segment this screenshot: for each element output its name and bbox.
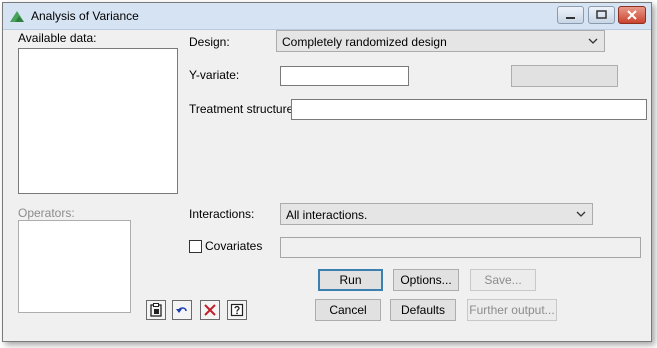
- chevron-down-icon: [576, 211, 586, 217]
- close-icon: [627, 10, 637, 20]
- undo-icon: [176, 307, 187, 313]
- treatment-structure-field[interactable]: [291, 99, 647, 120]
- design-value: Completely randomized design: [282, 35, 447, 49]
- clear-icon: [204, 304, 216, 316]
- minimize-icon: [566, 17, 575, 19]
- covariates-checkbox[interactable]: [189, 240, 202, 253]
- interactions-label: Interactions:: [189, 207, 255, 221]
- operators-list: [18, 220, 131, 313]
- contrasts-button[interactable]: [511, 65, 618, 87]
- design-label: Design:: [189, 35, 230, 49]
- design-dropdown[interactable]: Completely randomized design: [276, 30, 605, 52]
- covariates-label[interactable]: Covariates: [205, 239, 262, 253]
- defaults-button[interactable]: Defaults: [390, 299, 456, 321]
- minimize-button[interactable]: [557, 6, 584, 24]
- covariates-field: [280, 237, 641, 258]
- available-data-list[interactable]: [18, 48, 178, 194]
- clear-button[interactable]: [200, 300, 220, 320]
- options-button[interactable]: Options...: [393, 269, 459, 291]
- close-button[interactable]: [618, 6, 646, 24]
- interactions-dropdown[interactable]: All interactions.: [280, 203, 593, 225]
- interactions-value: All interactions.: [286, 208, 368, 222]
- cancel-button[interactable]: Cancel: [315, 299, 381, 321]
- yvariate-field[interactable]: [280, 66, 409, 86]
- available-data-label: Available data:: [18, 31, 97, 45]
- operators-label: Operators:: [18, 206, 75, 220]
- window-title: Analysis of Variance: [31, 9, 139, 23]
- analysis-of-variance-dialog: Analysis of Variance Available data: Ope…: [2, 2, 652, 342]
- clipboard-icon: [150, 303, 162, 317]
- mountain-icon: [10, 11, 24, 22]
- help-button[interactable]: [227, 300, 247, 320]
- help-icon: [230, 303, 244, 317]
- maximize-button[interactable]: [588, 6, 615, 24]
- title-bar[interactable]: Analysis of Variance: [3, 3, 651, 30]
- maximize-icon: [596, 10, 607, 19]
- further-output-button: Further output...: [467, 299, 557, 321]
- treatment-structure-label: Treatment structure:: [189, 102, 297, 116]
- undo-button[interactable]: [172, 300, 192, 320]
- yvariate-label: Y-variate:: [189, 68, 240, 82]
- save-button: Save...: [470, 269, 536, 291]
- run-button[interactable]: Run: [318, 269, 383, 291]
- clipboard-button[interactable]: [146, 300, 166, 320]
- chevron-down-icon: [588, 38, 598, 44]
